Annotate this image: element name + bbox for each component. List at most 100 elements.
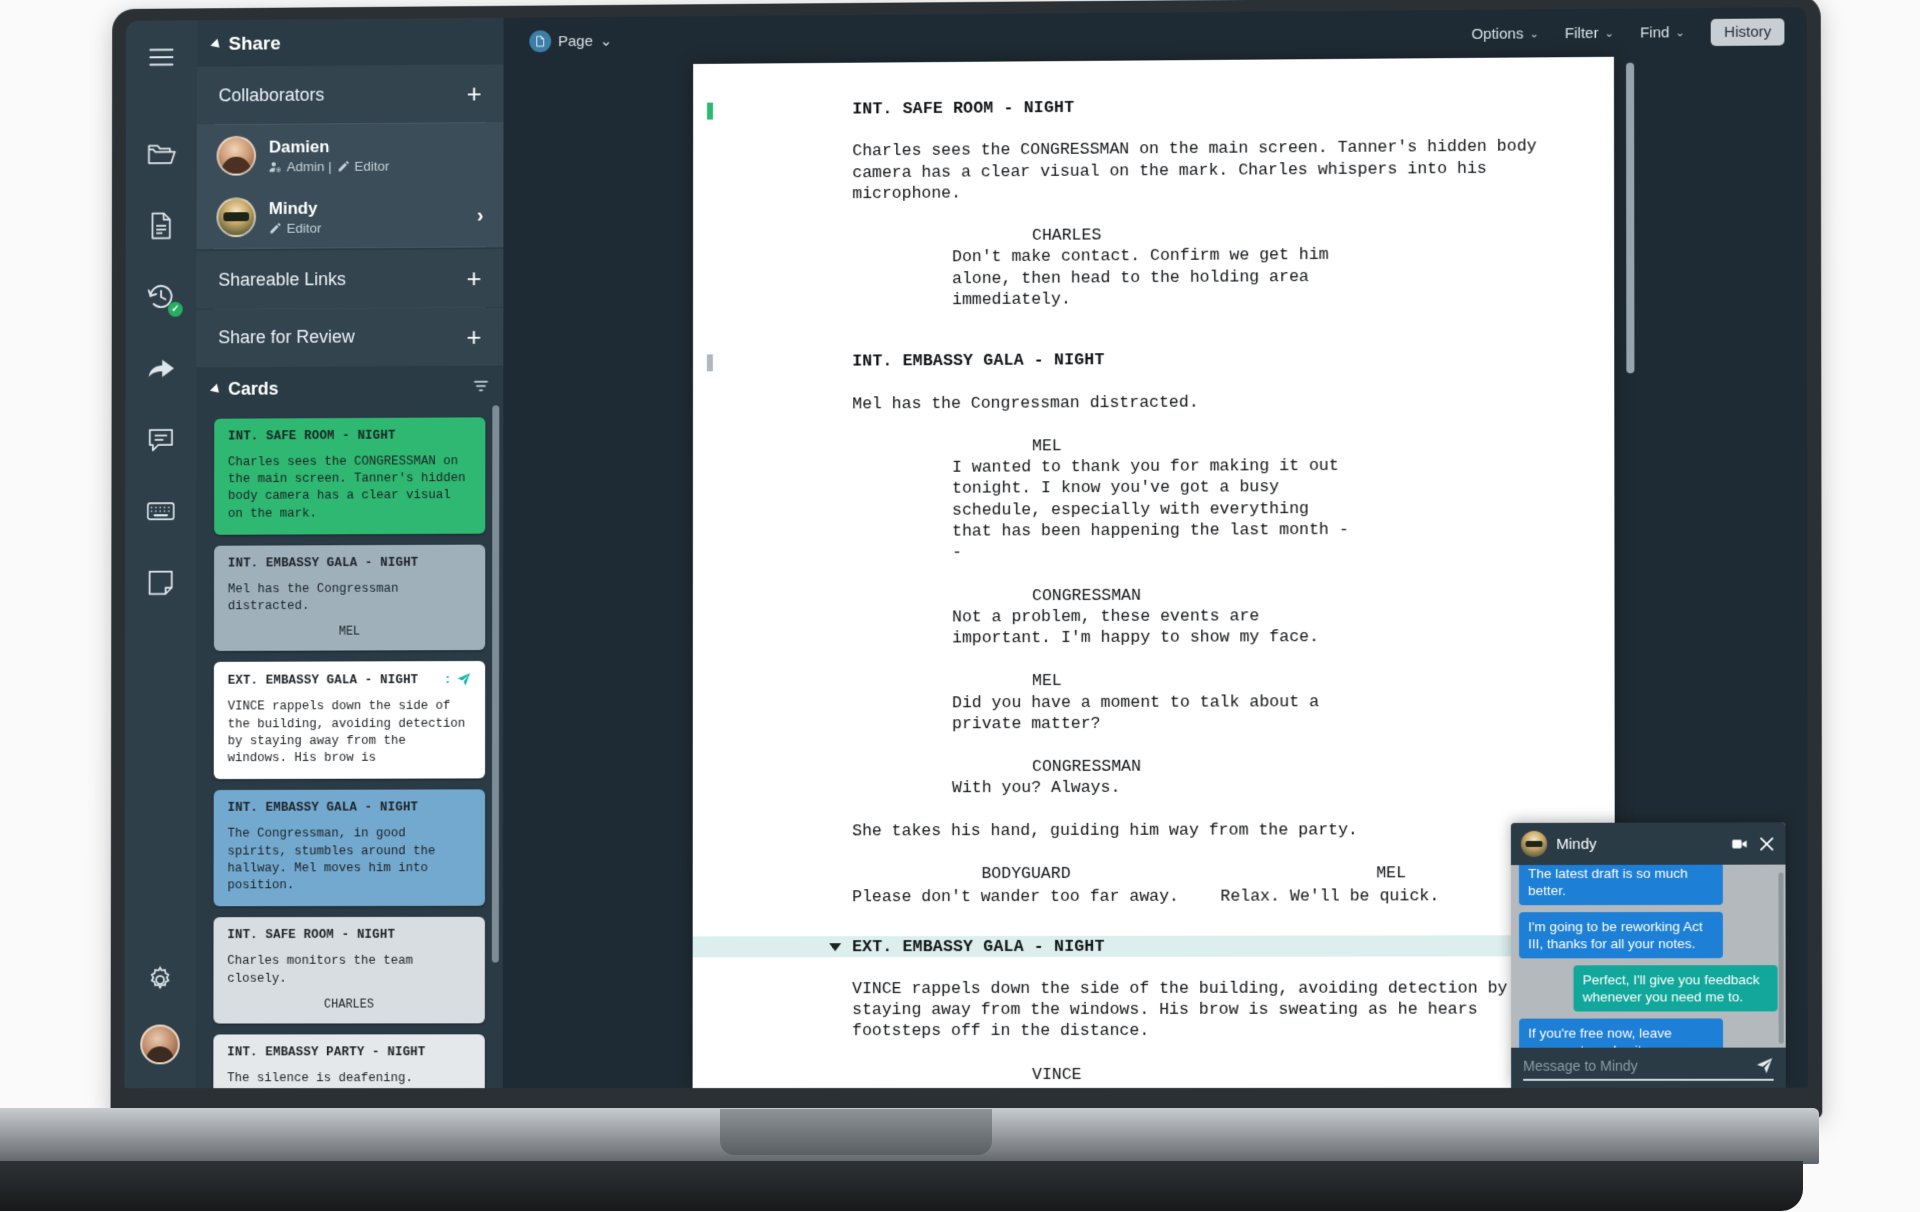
collaborators-section: Collaborators + Damien xyxy=(197,64,504,249)
laptop-frame: ✓ xyxy=(105,0,1817,1150)
sticky-note-icon[interactable] xyxy=(138,560,183,606)
character-cue[interactable]: MEL xyxy=(693,669,1615,693)
screenplay-content[interactable]: INT. SAFE ROOM - NIGHT Charles sees the … xyxy=(693,93,1615,1088)
dialogue-block[interactable]: Not a problem, these events are importan… xyxy=(693,604,1615,650)
collaborator-role-text: Admin | xyxy=(287,159,332,174)
script-page[interactable]: INT. SAFE ROOM - NIGHT Charles sees the … xyxy=(693,57,1615,1088)
collaborator-name: Damien xyxy=(269,136,484,157)
keyboard-icon[interactable] xyxy=(138,488,183,534)
card-heading: INT. EMBASSY GALA - NIGHT xyxy=(228,801,472,815)
list-item-card[interactable]: INT. SAFE ROOM - NIGHT Charles monitors … xyxy=(213,917,485,1023)
dual-dialogue-block[interactable]: BODYGUARD Please don't wander too far aw… xyxy=(693,862,1615,908)
admin-user-icon xyxy=(269,160,282,173)
close-icon[interactable] xyxy=(1758,835,1775,852)
share-for-review-header[interactable]: Share for Review + xyxy=(197,308,504,367)
comment-bubble-icon[interactable] xyxy=(138,417,183,463)
collaborators-header[interactable]: Collaborators + xyxy=(197,64,504,124)
collaborators-label: Collaborators xyxy=(219,84,325,106)
scene-heading-selected[interactable]: EXT. EMBASSY GALA - NIGHT xyxy=(693,935,1615,957)
history-clock-icon[interactable]: ✓ xyxy=(138,274,183,320)
laptop-trackpad-notch xyxy=(720,1109,992,1155)
gear-icon[interactable] xyxy=(137,957,183,1003)
screen: ✓ xyxy=(124,7,1808,1088)
action-block[interactable]: VINCE rappels down the side of the build… xyxy=(693,977,1615,1042)
dialogue-block[interactable]: Don't make contact. Confirm we get him a… xyxy=(693,242,1614,311)
chevron-down-icon: ⌄ xyxy=(600,32,612,50)
list-item-card[interactable]: EXT. EMBASSY GALA - NIGHT : VINCE rappel… xyxy=(214,661,485,779)
avatar xyxy=(1521,831,1547,857)
list-item-collaborator-damien[interactable]: Damien Admin | xyxy=(197,123,504,187)
dual-dialogue-left[interactable]: BODYGUARD Please don't wander too far aw… xyxy=(852,863,1220,908)
list-item-card[interactable]: INT. EMBASSY GALA - NIGHT The Congressma… xyxy=(214,790,485,907)
list-item-card[interactable]: INT. EMBASSY PARTY - NIGHT The silence i… xyxy=(213,1034,485,1088)
card-menu-dots[interactable]: : xyxy=(444,673,451,687)
character-cue[interactable]: VINCE xyxy=(693,1063,1615,1085)
hamburger-menu-icon[interactable] xyxy=(139,34,184,80)
dialogue-block[interactable]: I wanted to thank you for making it out … xyxy=(693,454,1615,564)
list-item-card[interactable]: INT. EMBASSY GALA - NIGHT Mel has the Co… xyxy=(214,544,485,651)
collapse-caret-icon xyxy=(210,39,223,52)
shareable-links-label: Shareable Links xyxy=(218,269,346,291)
pencil-icon xyxy=(337,159,350,172)
options-menu[interactable]: Options ⌄ xyxy=(1471,25,1538,43)
list-item-card[interactable]: INT. SAFE ROOM - NIGHT Charles sees the … xyxy=(214,417,485,535)
card-body: VINCE rappels down the side of the build… xyxy=(228,698,472,767)
action-block[interactable]: Charles sees the CONGRESSMAN on the main… xyxy=(693,135,1614,205)
share-panel-header[interactable]: Share xyxy=(197,18,504,67)
scene-revision-marker xyxy=(707,103,713,120)
chat-input-row[interactable]: Message to Mindy xyxy=(1511,1048,1786,1088)
document-area: Page ⌄ Options ⌄ Filter ⌄ xyxy=(503,7,1808,1088)
page-scrollbar[interactable] xyxy=(1626,63,1634,374)
folder-icon[interactable] xyxy=(139,131,184,177)
send-paper-plane-icon[interactable] xyxy=(456,672,471,687)
cards-list[interactable]: INT. SAFE ROOM - NIGHT Charles sees the … xyxy=(196,409,504,1088)
share-arrow-icon[interactable] xyxy=(138,345,183,391)
chat-window[interactable]: Mindy xyxy=(1511,822,1786,1088)
card-character: MEL xyxy=(228,625,472,640)
chat-header[interactable]: Mindy xyxy=(1511,822,1786,865)
scene-revision-marker xyxy=(707,355,713,372)
chat-message-them: I'm going to be reworking Act III, thank… xyxy=(1519,912,1723,958)
filter-icon[interactable] xyxy=(473,377,490,399)
cards-scrollbar[interactable] xyxy=(492,405,499,962)
share-panel-title: Share xyxy=(229,33,281,55)
filter-menu[interactable]: Filter ⌄ xyxy=(1565,24,1614,41)
add-shareable-link-button[interactable]: + xyxy=(466,265,481,291)
chat-input-placeholder[interactable]: Message to Mindy xyxy=(1523,1058,1747,1074)
document-icon[interactable] xyxy=(138,203,183,249)
card-heading: INT. SAFE ROOM - NIGHT xyxy=(227,928,471,942)
add-share-for-review-button[interactable]: + xyxy=(466,324,481,350)
chat-scrollbar[interactable] xyxy=(1778,873,1783,1044)
action-block[interactable]: She takes his hand, guiding him way from… xyxy=(693,818,1615,841)
video-camera-icon[interactable] xyxy=(1731,835,1748,852)
action-block[interactable]: Mel has the Congressman distracted. xyxy=(693,389,1614,415)
cards-section-header[interactable]: Cards xyxy=(196,365,503,410)
dialogue-block[interactable]: With you? Always. xyxy=(693,776,1615,800)
find-menu[interactable]: Find ⌄ xyxy=(1640,24,1685,41)
list-item-collaborator-mindy[interactable]: Mindy Editor › xyxy=(197,185,504,249)
avatar xyxy=(217,136,257,176)
scene-heading[interactable]: INT. SAFE ROOM - NIGHT xyxy=(693,93,1614,121)
user-avatar[interactable] xyxy=(140,1025,180,1065)
page-view-selector[interactable]: Page ⌄ xyxy=(529,30,612,53)
card-heading: INT. SAFE ROOM - NIGHT xyxy=(228,428,471,443)
sync-check-badge: ✓ xyxy=(168,302,183,317)
dialogue-block[interactable]: Did you have a moment to talk about a pr… xyxy=(693,690,1615,735)
history-button[interactable]: History xyxy=(1711,18,1784,46)
collapse-triangle-icon[interactable] xyxy=(829,943,841,951)
left-icon-rail: ✓ xyxy=(124,20,197,1088)
add-collaborator-button[interactable]: + xyxy=(467,81,482,107)
card-body: The Congressman, in good spirits, stumbl… xyxy=(227,826,471,895)
options-label: Options xyxy=(1471,25,1523,42)
character-cue[interactable]: CONGRESSMAN xyxy=(693,755,1615,779)
parenthetical-block[interactable]: (under his breath) xyxy=(693,1085,1615,1088)
shareable-links-header[interactable]: Shareable Links + xyxy=(197,249,504,308)
send-paper-plane-icon[interactable] xyxy=(1755,1057,1773,1075)
chat-message-list[interactable]: The latest draft is so much better. I'm … xyxy=(1511,865,1786,1048)
chevron-right-icon[interactable]: › xyxy=(477,204,484,227)
collaborator-list: Damien Admin | xyxy=(197,122,504,249)
scene-heading[interactable]: INT. EMBASSY GALA - NIGHT xyxy=(693,347,1614,373)
card-body: Charles sees the CONGRESSMAN on the main… xyxy=(228,453,472,523)
chevron-down-icon: ⌄ xyxy=(1676,26,1685,39)
chat-message-them: If you're free now, leave comments as I … xyxy=(1519,1018,1723,1047)
